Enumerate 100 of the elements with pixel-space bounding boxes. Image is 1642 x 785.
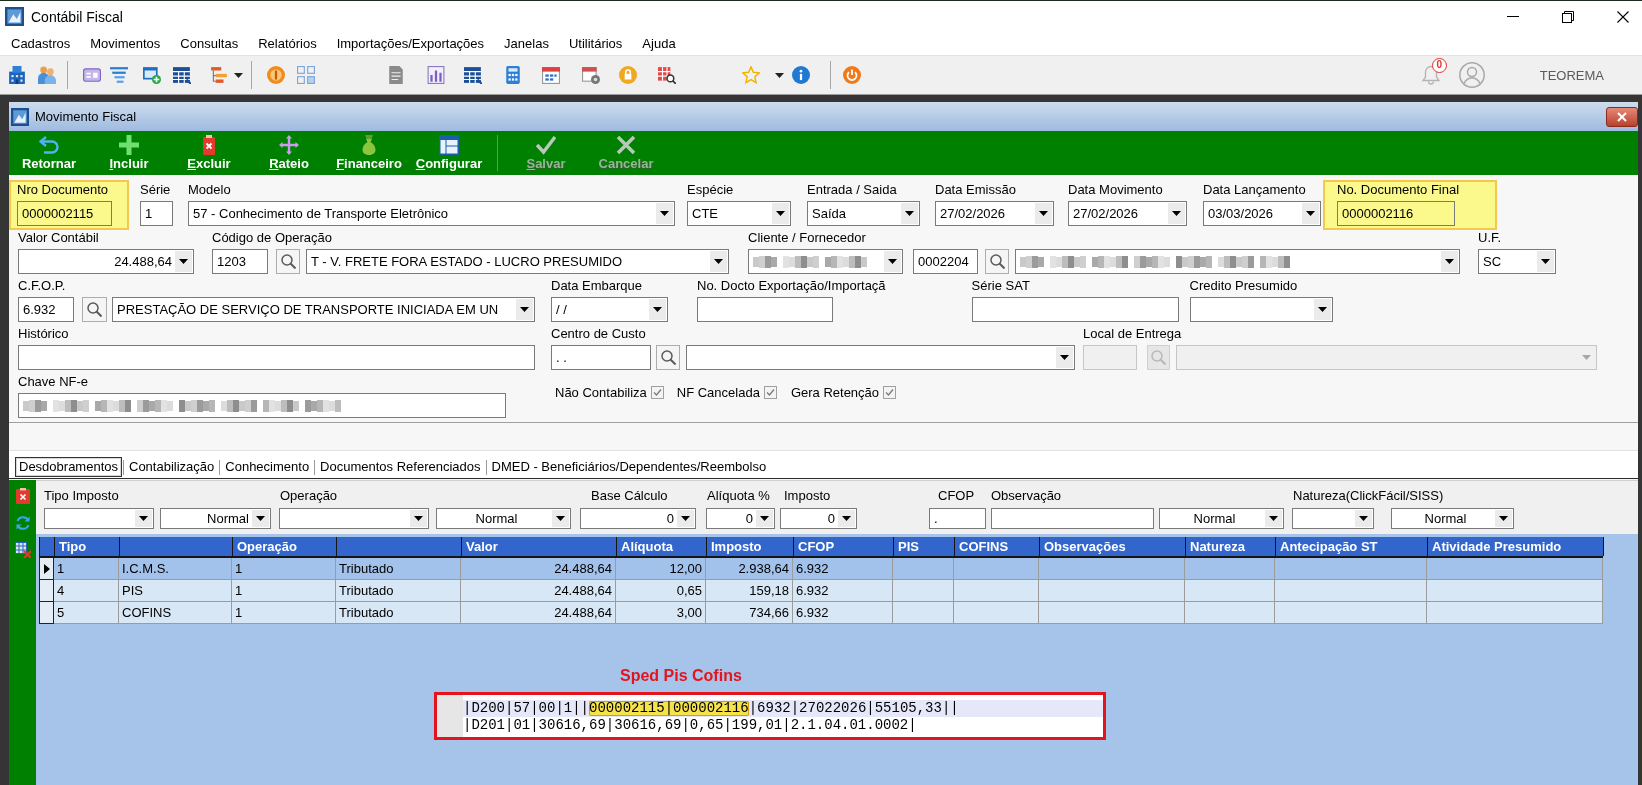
- dropdown-field[interactable]: 0: [780, 508, 857, 529]
- restore-icon[interactable]: [1562, 10, 1574, 23]
- menu-item[interactable]: Cadastros: [1, 33, 81, 54]
- row-selector[interactable]: [39, 602, 54, 624]
- info-icon[interactable]: [792, 66, 810, 84]
- caret-icon[interactable]: [1035, 203, 1052, 224]
- caret-icon[interactable]: [135, 510, 152, 527]
- window-add-icon[interactable]: [143, 66, 161, 84]
- dropdown-field[interactable]: [686, 345, 1075, 370]
- report-search-icon[interactable]: [658, 66, 676, 84]
- dropdown-field[interactable]: 03/03/2026: [1203, 201, 1321, 226]
- caret-icon[interactable]: [1441, 251, 1458, 272]
- column-header[interactable]: Antecipação ST: [1276, 537, 1428, 556]
- text-field[interactable]: . .: [551, 345, 651, 370]
- calendar-icon[interactable]: [542, 66, 560, 84]
- column-header[interactable]: COFINS: [955, 537, 1040, 556]
- dropdown-field[interactable]: 24.488,64: [18, 249, 194, 274]
- caret-icon[interactable]: [234, 72, 243, 78]
- dropdown-field[interactable]: 57 - Conhecimento de Transporte Eletrônico: [188, 201, 675, 226]
- text-field[interactable]: 1203: [212, 249, 268, 274]
- checkbox[interactable]: [650, 386, 664, 399]
- hierarchy-icon[interactable]: [210, 66, 228, 84]
- calculator-icon[interactable]: [504, 66, 522, 84]
- caret-icon[interactable]: [175, 251, 192, 272]
- column-header[interactable]: Atividade Presumido: [1428, 537, 1604, 556]
- building-icon[interactable]: [8, 66, 26, 84]
- people-icon[interactable]: [38, 66, 56, 84]
- card-icon[interactable]: [83, 66, 101, 84]
- caret-icon[interactable]: [772, 203, 789, 224]
- search-button[interactable]: [656, 345, 680, 370]
- close-button[interactable]: [1606, 106, 1638, 127]
- column-header[interactable]: Observações: [1040, 537, 1186, 556]
- caret-icon[interactable]: [677, 510, 694, 527]
- power-icon[interactable]: [843, 66, 861, 84]
- search-button[interactable]: [276, 249, 300, 274]
- user-name[interactable]: TEOREMA: [1539, 67, 1604, 83]
- dropdown-field[interactable]: PRESTAÇÃO DE SERVIÇO DE TRANSPORTE INICIADA EM UN: [112, 297, 535, 322]
- caret-icon[interactable]: [552, 510, 569, 527]
- dropdown-field[interactable]: Normal: [1391, 508, 1514, 529]
- dropdown-field[interactable]: / /: [551, 297, 668, 322]
- text-field[interactable]: 0000002115: [17, 201, 112, 226]
- dropdown-field[interactable]: Saída: [807, 201, 920, 226]
- dropdown-field[interactable]: SC: [1478, 249, 1556, 274]
- caret-icon[interactable]: [656, 203, 673, 224]
- dropdown-field[interactable]: 27/02/2026: [1068, 201, 1187, 226]
- dropdown-field[interactable]: 0: [706, 508, 775, 529]
- text-field[interactable]: [971, 297, 1179, 322]
- dropdown-field[interactable]: [279, 508, 429, 529]
- column-header[interactable]: Imposto: [707, 537, 794, 556]
- caret-icon[interactable]: [1537, 251, 1554, 272]
- caret-icon[interactable]: [710, 251, 727, 272]
- caret-icon[interactable]: [649, 299, 666, 320]
- dropdown-field[interactable]: [1189, 297, 1333, 322]
- text-field[interactable]: 1: [140, 201, 173, 226]
- checkbox[interactable]: [763, 386, 777, 399]
- checkbox[interactable]: [883, 386, 897, 399]
- text-field[interactable]: [697, 297, 833, 322]
- caret-icon[interactable]: [1302, 203, 1319, 224]
- caret-icon[interactable]: [410, 510, 427, 527]
- search-icon[interactable]: [87, 302, 102, 317]
- menu-item[interactable]: Janelas: [494, 33, 559, 54]
- text-field[interactable]: 0002204: [913, 249, 978, 274]
- dropdown-field[interactable]: Normal: [436, 508, 571, 529]
- text-field[interactable]: [18, 345, 535, 370]
- caret-icon[interactable]: [1056, 347, 1073, 368]
- caret-icon[interactable]: [1355, 510, 1372, 527]
- dropdown-field[interactable]: CTE: [687, 201, 791, 226]
- text-field[interactable]: .: [929, 508, 986, 529]
- caret-icon[interactable]: [884, 251, 901, 272]
- coin-icon[interactable]: [267, 66, 285, 84]
- dropdown-field[interactable]: T - V. FRETE FORA ESTADO - LUCRO PRESUMIDO: [306, 249, 729, 274]
- text-field[interactable]: 0000002116: [1337, 201, 1455, 226]
- search-button[interactable]: [82, 297, 107, 322]
- menu-item[interactable]: Consultas: [170, 33, 249, 54]
- calendar-gear-icon[interactable]: [582, 66, 600, 84]
- dropdown-field[interactable]: [1292, 508, 1374, 529]
- table-icon[interactable]: [173, 66, 191, 84]
- column-header[interactable]: Valor: [462, 537, 617, 556]
- chart-icon[interactable]: [427, 66, 445, 84]
- caret-icon[interactable]: [756, 510, 773, 527]
- search-icon[interactable]: [660, 350, 676, 365]
- table-x-icon[interactable]: [14, 542, 31, 558]
- dropdown-field[interactable]: 0: [580, 508, 696, 529]
- row-selector[interactable]: [39, 580, 54, 602]
- caret-icon[interactable]: [516, 299, 533, 320]
- caret-icon[interactable]: [901, 203, 918, 224]
- caret-icon[interactable]: [838, 510, 855, 527]
- menu-item[interactable]: Relatórios: [248, 33, 327, 54]
- table-row[interactable]: 5 COFINS 1 Tributado 24.488,64 3,00 734,66 6.932: [39, 602, 1603, 624]
- menu-item[interactable]: Ajuda: [632, 33, 686, 54]
- plus-icon[interactable]: [119, 135, 139, 155]
- column-header[interactable]: Tipo: [55, 537, 120, 556]
- search-icon[interactable]: [989, 254, 1005, 269]
- dropdown-field[interactable]: Normal: [160, 508, 271, 529]
- text-field[interactable]: 6.932: [18, 297, 74, 322]
- column-header[interactable]: Natureza: [1186, 537, 1276, 556]
- dropdown-field[interactable]: [748, 249, 903, 274]
- dropdown-field[interactable]: Normal: [1159, 508, 1284, 529]
- caret-icon[interactable]: [1313, 299, 1331, 320]
- column-header[interactable]: Alíquota: [617, 537, 707, 556]
